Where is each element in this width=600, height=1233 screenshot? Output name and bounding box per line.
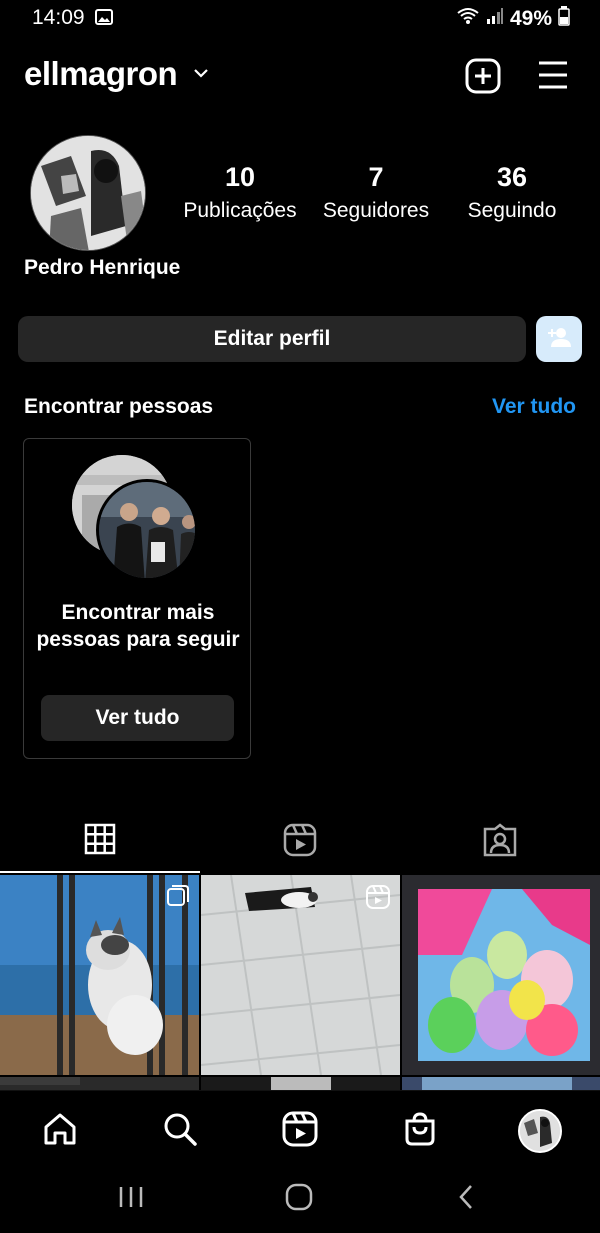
- posts-grid: [0, 875, 600, 1090]
- suggestion-text: Encontrar mais pessoas para seguir: [36, 601, 240, 651]
- posts-label: Publicações: [183, 199, 297, 222]
- grid-post-6[interactable]: [402, 1077, 600, 1090]
- grid-post-cat[interactable]: [0, 875, 199, 1075]
- reels-icon: [282, 1111, 318, 1152]
- followers-count: 7: [368, 162, 384, 192]
- tagged-icon: [483, 823, 517, 862]
- content-tabs: [0, 815, 600, 873]
- home-icon: [42, 1111, 78, 1152]
- suggestion-card[interactable]: Encontrar mais pessoas para seguir Ver t…: [23, 438, 251, 759]
- stat-following[interactable]: 36 Seguindo: [442, 162, 582, 223]
- suggestion-photo-front: [96, 479, 198, 581]
- grid-icon: [84, 823, 116, 860]
- following-label: Seguindo: [467, 199, 557, 222]
- see-all-link[interactable]: Ver tudo: [492, 395, 576, 419]
- grid-post-4[interactable]: [0, 1077, 199, 1090]
- recent-apps-button[interactable]: [111, 1184, 151, 1214]
- battery-text: 49%: [509, 7, 552, 30]
- nav-reels[interactable]: [278, 1109, 322, 1153]
- status-indicators: 49%: [456, 6, 570, 32]
- grid-post-floor-cat[interactable]: [201, 875, 400, 1075]
- back-chevron-icon: [457, 1184, 475, 1215]
- home-system-button[interactable]: [279, 1183, 319, 1216]
- edit-profile-button[interactable]: Editar perfil: [18, 316, 526, 362]
- nav-profile[interactable]: [518, 1109, 562, 1153]
- discover-people-button[interactable]: [536, 316, 582, 362]
- grid-post-artwork[interactable]: [402, 875, 600, 1075]
- bottom-nav: [0, 1090, 600, 1168]
- shopping-bag-icon: [402, 1111, 438, 1152]
- discover-title: Encontrar pessoas: [24, 395, 214, 418]
- nav-shop[interactable]: [398, 1109, 442, 1153]
- gallery-notification-icon: [95, 9, 113, 30]
- active-tab-indicator: [0, 871, 200, 873]
- add-person-icon: [546, 326, 572, 353]
- home-circle-icon: [285, 1183, 313, 1216]
- carousel-icon: [167, 885, 189, 912]
- system-nav: [0, 1168, 600, 1233]
- nav-home[interactable]: [38, 1109, 82, 1153]
- followers-label: Seguidores: [322, 199, 430, 222]
- status-bar: 14:09 49%: [0, 0, 600, 36]
- recent-apps-icon: [118, 1185, 144, 1214]
- search-icon: [162, 1111, 198, 1152]
- back-button[interactable]: [446, 1184, 486, 1214]
- tab-reels[interactable]: [200, 815, 400, 873]
- profile-avatar[interactable]: [30, 135, 146, 251]
- battery-icon: [558, 6, 570, 32]
- reel-post-icon: [366, 885, 390, 914]
- posts-count: 10: [224, 162, 256, 192]
- profile-avatar-small: [518, 1109, 562, 1153]
- status-time: 14:09: [32, 6, 85, 29]
- menu-button[interactable]: [537, 60, 569, 95]
- chevron-down-icon[interactable]: [192, 66, 210, 84]
- suggestion-see-all-button[interactable]: Ver tudo: [41, 695, 234, 741]
- account-switcher[interactable]: ellmagron: [24, 55, 178, 93]
- signal-icon: [486, 7, 504, 31]
- stat-posts[interactable]: 10 Publicações: [170, 162, 310, 223]
- new-post-button[interactable]: [465, 58, 501, 99]
- nav-search[interactable]: [158, 1109, 202, 1153]
- stat-followers[interactable]: 7 Seguidores: [306, 162, 446, 223]
- wifi-icon: [456, 6, 480, 32]
- tab-posts-grid[interactable]: [0, 815, 200, 873]
- tab-tagged[interactable]: [400, 815, 600, 873]
- following-count: 36: [496, 162, 528, 192]
- app-header: ellmagron: [0, 50, 600, 102]
- display-name: Pedro Henrique: [24, 256, 181, 279]
- grid-post-5[interactable]: [201, 1077, 400, 1090]
- reels-icon: [283, 823, 317, 862]
